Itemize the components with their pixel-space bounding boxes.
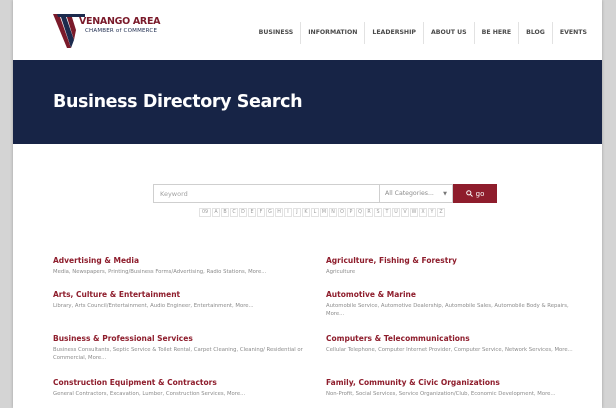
nav-be-here[interactable]: BE HERE (473, 22, 519, 44)
page-frame: VENANGO AREA CHAMBER of COMMERCE BUSINES… (13, 0, 602, 408)
category-block: Advertising & Media Media, Newspapers, P… (53, 256, 313, 276)
alpha-filter-f[interactable]: F (257, 208, 265, 217)
alpha-filter-n[interactable]: N (329, 208, 337, 217)
alpha-filter-a[interactable]: A (212, 208, 220, 217)
go-button-label: go (475, 189, 485, 198)
alpha-filter-o[interactable]: O (338, 208, 346, 217)
category-select[interactable]: All Categories... ▼ (379, 184, 453, 203)
alpha-filter-q[interactable]: Q (356, 208, 364, 217)
category-block: Computers & Telecommunications Cellular … (326, 334, 586, 354)
alpha-filter-l[interactable]: L (311, 208, 319, 217)
site-header: VENANGO AREA CHAMBER of COMMERCE BUSINES… (13, 0, 602, 60)
nav-about-us[interactable]: ABOUT US (422, 22, 474, 44)
alpha-filter-m[interactable]: M (320, 208, 328, 217)
nav-business[interactable]: BUSINESS (252, 22, 301, 44)
nav-leadership[interactable]: LEADERSHIP (364, 22, 423, 44)
category-description: Business Consultants, Septic Service & T… (53, 347, 303, 361)
alpha-filter-p[interactable]: P (347, 208, 355, 217)
category-block: Automotive & Marine Automobile Service, … (326, 290, 586, 318)
alpha-filter-y[interactable]: Y (428, 208, 436, 217)
logo-name: VENANGO AREA (79, 16, 161, 27)
category-description: Library, Arts Council/Entertainment, Aud… (53, 303, 254, 309)
category-link-family-community[interactable]: Family, Community & Civic Organizations (326, 378, 586, 387)
alpha-filter-e[interactable]: E (248, 208, 256, 217)
alpha-filter-r[interactable]: R (365, 208, 373, 217)
category-select-value: All Categories... (385, 190, 434, 197)
keyword-input[interactable] (153, 184, 379, 203)
hero-banner: Business Directory Search (13, 60, 602, 144)
category-block: Construction Equipment & Contractors Gen… (53, 378, 313, 398)
category-block: Arts, Culture & Entertainment Library, A… (53, 290, 313, 310)
category-description: General Contractors, Excavation, Lumber,… (53, 391, 246, 397)
alpha-filter-s[interactable]: S (374, 208, 382, 217)
alpha-filter-w[interactable]: W (410, 208, 418, 217)
category-link-construction[interactable]: Construction Equipment & Contractors (53, 378, 313, 387)
alpha-filter-z[interactable]: Z (437, 208, 445, 217)
alpha-filter-c[interactable]: C (230, 208, 238, 217)
category-description: Non-Profit, Social Services, Service Org… (326, 391, 556, 397)
category-description: Cellular Telephone, Computer Internet Pr… (326, 347, 573, 353)
alpha-filter-09[interactable]: 09 (199, 208, 211, 217)
alpha-filter-j[interactable]: J (293, 208, 301, 217)
alpha-filter-i[interactable]: I (284, 208, 292, 217)
category-description: Automobile Service, Automotive Dealershi… (326, 303, 569, 317)
category-block: Family, Community & Civic Organizations … (326, 378, 586, 398)
logo-subtitle: CHAMBER of COMMERCE (85, 28, 158, 34)
page-title: Business Directory Search (53, 92, 303, 112)
alpha-filter-d[interactable]: D (239, 208, 247, 217)
category-link-business-professional[interactable]: Business & Professional Services (53, 334, 313, 343)
alpha-filter-u[interactable]: U (392, 208, 400, 217)
category-block: Business & Professional Services Busines… (53, 334, 313, 362)
nav-events[interactable]: EVENTS (551, 22, 594, 44)
alpha-filter-k[interactable]: K (302, 208, 310, 217)
alpha-filter-v[interactable]: V (401, 208, 409, 217)
go-button[interactable]: go (453, 184, 497, 203)
category-link-agriculture[interactable]: Agriculture, Fishing & Forestry (326, 256, 586, 265)
category-link-advertising-media[interactable]: Advertising & Media (53, 256, 313, 265)
nav-blog[interactable]: BLOG (518, 22, 552, 44)
nav-information[interactable]: INFORMATION (300, 22, 364, 44)
category-description: Media, Newspapers, Printing/Business For… (53, 269, 267, 275)
alpha-filter-h[interactable]: H (275, 208, 283, 217)
chevron-down-icon: ▼ (443, 190, 447, 197)
alphabet-filter: 09 A B C D E F G H I J K L M N O P Q R S… (199, 208, 446, 217)
category-description: Agriculture (326, 269, 356, 275)
alpha-filter-b[interactable]: B (221, 208, 229, 217)
alpha-filter-g[interactable]: G (266, 208, 274, 217)
alpha-filter-t[interactable]: T (383, 208, 391, 217)
directory-search-bar: All Categories... ▼ go (153, 184, 497, 203)
main-nav: BUSINESS INFORMATION LEADERSHIP ABOUT US… (252, 22, 594, 44)
category-block: Agriculture, Fishing & Forestry Agricult… (326, 256, 586, 276)
chamber-logo[interactable]: VENANGO AREA CHAMBER of COMMERCE (53, 14, 173, 52)
category-link-arts-culture[interactable]: Arts, Culture & Entertainment (53, 290, 313, 299)
alpha-filter-x[interactable]: X (419, 208, 427, 217)
category-link-computers-telecom[interactable]: Computers & Telecommunications (326, 334, 586, 343)
category-link-automotive-marine[interactable]: Automotive & Marine (326, 290, 586, 299)
search-icon (465, 190, 473, 197)
